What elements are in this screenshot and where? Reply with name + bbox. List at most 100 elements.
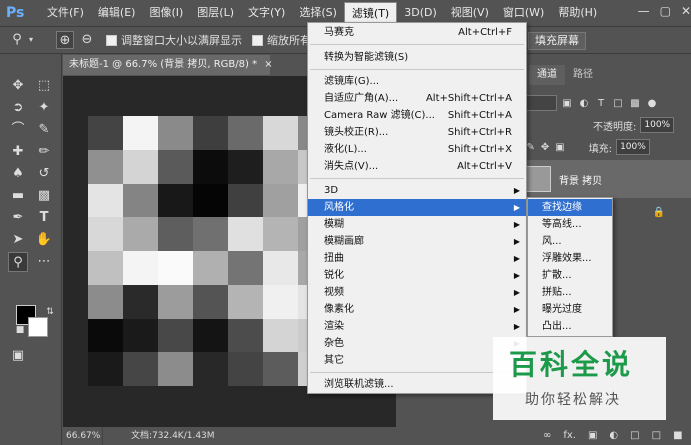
menu-item-distort[interactable]: 扭曲 ▶ <box>308 250 526 267</box>
adjustment-filter-icon[interactable]: ◐ <box>577 98 591 109</box>
mosaic-pixel <box>263 183 298 218</box>
menu-item-adaptive-wide-angle[interactable]: 自适应广角(A)... Alt+Shift+Ctrl+A <box>308 90 526 107</box>
group-icon[interactable]: □ <box>630 430 639 441</box>
mosaic-pixel <box>123 116 158 150</box>
menu-file[interactable]: 文件(F) <box>40 2 91 24</box>
smart-object-filter-icon[interactable]: ▩ <box>628 98 642 109</box>
close-tab-icon[interactable]: × <box>264 59 272 70</box>
chevron-down-icon[interactable]: ▾ <box>26 31 36 49</box>
magic-wand-tool-icon[interactable]: ✦ <box>34 98 54 118</box>
mosaic-pixel <box>228 352 263 386</box>
mask-icon[interactable]: ▣ <box>588 430 597 441</box>
menu-filter[interactable]: 滤镜(T) <box>343 2 398 24</box>
menu-item-stylize[interactable]: 风格化 ▶ <box>308 199 526 216</box>
menu-item-blur-gallery[interactable]: 模糊画廊 ▶ <box>308 233 526 250</box>
menu-select[interactable]: 选择(S) <box>292 2 344 24</box>
menu-item-3d[interactable]: 3D ▶ <box>308 182 526 199</box>
resize-windows-checkbox[interactable]: 调整窗口大小以满屏显示 <box>106 32 242 48</box>
swap-colors-icon[interactable]: ⇅ <box>40 302 60 322</box>
pixel-filter-icon[interactable]: ▣ <box>560 98 574 109</box>
menu-item-blur[interactable]: 模糊 ▶ <box>308 216 526 233</box>
link-layers-icon[interactable]: ∞ <box>543 430 551 441</box>
submenu-item-contour[interactable]: 等高线... <box>528 216 612 233</box>
menu-separator <box>310 44 524 45</box>
menu-item-filter-gallery[interactable]: 滤镜库(G)... <box>308 73 526 90</box>
fill-field[interactable]: 100% <box>616 139 650 155</box>
default-colors-icon[interactable]: ■ <box>10 320 30 340</box>
tab-channels[interactable]: 通道 <box>529 65 565 85</box>
submenu-item-emboss[interactable]: 浮雕效果... <box>528 250 612 267</box>
delete-layer-icon[interactable]: ■ <box>673 430 682 441</box>
menu-3d[interactable]: 3D(D) <box>397 2 444 24</box>
submenu-item-tiles[interactable]: 拼贴... <box>528 284 612 301</box>
lock-pixels-icon[interactable]: ✎ <box>526 142 534 153</box>
menu-help[interactable]: 帮助(H) <box>551 2 604 24</box>
fx-icon[interactable]: fx. <box>563 430 576 441</box>
mosaic-pixel <box>228 251 263 285</box>
path-selection-tool-icon[interactable]: ➤ <box>8 230 28 250</box>
lock-all-icon[interactable]: ▣ <box>555 142 564 153</box>
menu-view[interactable]: 视图(V) <box>444 2 496 24</box>
adjustment-layer-icon[interactable]: ◐ <box>609 430 618 441</box>
clone-stamp-tool-icon[interactable]: ♠ <box>8 164 28 184</box>
zoom-all-checkbox[interactable]: 缩放所有 <box>252 32 311 48</box>
brush-tool-icon[interactable]: ✏ <box>34 142 54 162</box>
minimize-button[interactable]: — <box>638 4 650 18</box>
lock-position-icon[interactable]: ✥ <box>541 142 549 153</box>
menu-item-vanishing-point[interactable]: 消失点(V)... Alt+Ctrl+V <box>308 158 526 175</box>
menu-image[interactable]: 图像(I) <box>142 2 190 24</box>
menu-item-pixelate[interactable]: 像素化 ▶ <box>308 301 526 318</box>
lasso-tool-icon[interactable]: ➲ <box>8 98 28 118</box>
eyedropper-tool-icon[interactable]: ✎ <box>34 120 54 140</box>
filter-toggle-icon[interactable]: ● <box>645 98 659 109</box>
type-tool-icon[interactable]: T <box>34 208 54 228</box>
crop-tool-icon[interactable]: ⌒ <box>8 120 28 140</box>
menu-layer[interactable]: 图层(L) <box>190 2 241 24</box>
checkbox-box[interactable] <box>252 34 263 46</box>
menu-item-label: 视频 <box>324 287 344 298</box>
maximize-button[interactable]: ▢ <box>660 4 671 18</box>
menu-type[interactable]: 文字(Y) <box>241 2 292 24</box>
checkbox-box[interactable] <box>106 34 117 46</box>
menu-item-convert-smart-filter[interactable]: 转换为智能滤镜(S) <box>308 49 526 66</box>
submenu-item-solarize[interactable]: 曝光过度 <box>528 301 612 318</box>
shape-filter-icon[interactable]: □ <box>611 98 625 109</box>
zoom-tool-selected-icon[interactable]: ⚲ <box>8 252 28 272</box>
new-layer-icon[interactable]: □ <box>652 430 661 441</box>
zoom-in-icon[interactable]: ⊕ <box>56 31 74 49</box>
menu-separator <box>310 69 524 70</box>
history-brush-tool-icon[interactable]: ↺ <box>34 164 54 184</box>
document-tab[interactable]: 未标题-1 @ 66.7% (背景 拷贝, RGB/8) * × <box>63 55 273 75</box>
menu-edit[interactable]: 编辑(E) <box>91 2 143 24</box>
zoom-tool-icon[interactable]: ⚲ <box>8 31 26 49</box>
healing-brush-tool-icon[interactable]: ✚ <box>8 142 28 162</box>
submenu-arrow-icon: ▶ <box>513 237 520 246</box>
type-filter-icon[interactable]: T <box>594 98 608 109</box>
menu-item-liquify[interactable]: 液化(L)... Shift+Ctrl+X <box>308 141 526 158</box>
menu-window[interactable]: 窗口(W) <box>496 2 551 24</box>
hand-tool-icon[interactable]: ✋ <box>34 230 54 250</box>
submenu-item-diffuse[interactable]: 扩散... <box>528 267 612 284</box>
menu-item-sharpen[interactable]: 锐化 ▶ <box>308 267 526 284</box>
zoom-out-icon[interactable]: ⊖ <box>78 31 96 49</box>
menu-item-camera-raw[interactable]: Camera Raw 滤镜(C)... Shift+Ctrl+A <box>308 107 526 124</box>
tab-paths[interactable]: 路径 <box>565 65 601 85</box>
gradient-tool-icon[interactable]: ▩ <box>34 186 54 206</box>
quick-mask-icon[interactable]: ▣ <box>8 346 28 366</box>
more-tools-icon[interactable]: ⋯ <box>34 252 54 272</box>
eraser-tool-icon[interactable]: ▬ <box>8 186 28 206</box>
submenu-item-wind[interactable]: 风... <box>528 233 612 250</box>
opacity-field[interactable]: 100% <box>640 117 675 133</box>
close-window-button[interactable]: ✕ <box>681 4 691 18</box>
zoom-level[interactable]: 66.67% <box>63 427 103 445</box>
menu-item-video[interactable]: 视频 ▶ <box>308 284 526 301</box>
submenu-item-find-edges[interactable]: 查找边缘 <box>528 199 612 216</box>
menu-item-lens-correction[interactable]: 镜头校正(R)... Shift+Ctrl+R <box>308 124 526 141</box>
menu-item-mosaic[interactable]: 马赛克 Alt+Ctrl+F <box>308 24 526 41</box>
marquee-tool-icon[interactable]: ⬚ <box>34 76 54 96</box>
submenu-item-extrude[interactable]: 凸出... <box>528 318 612 335</box>
fill-screen-button[interactable]: 填充屏幕 <box>528 32 586 50</box>
pen-tool-icon[interactable]: ✒ <box>8 208 28 228</box>
move-tool-icon[interactable]: ✥ <box>8 76 28 96</box>
menu-item-render[interactable]: 渲染 ▶ <box>308 318 526 335</box>
